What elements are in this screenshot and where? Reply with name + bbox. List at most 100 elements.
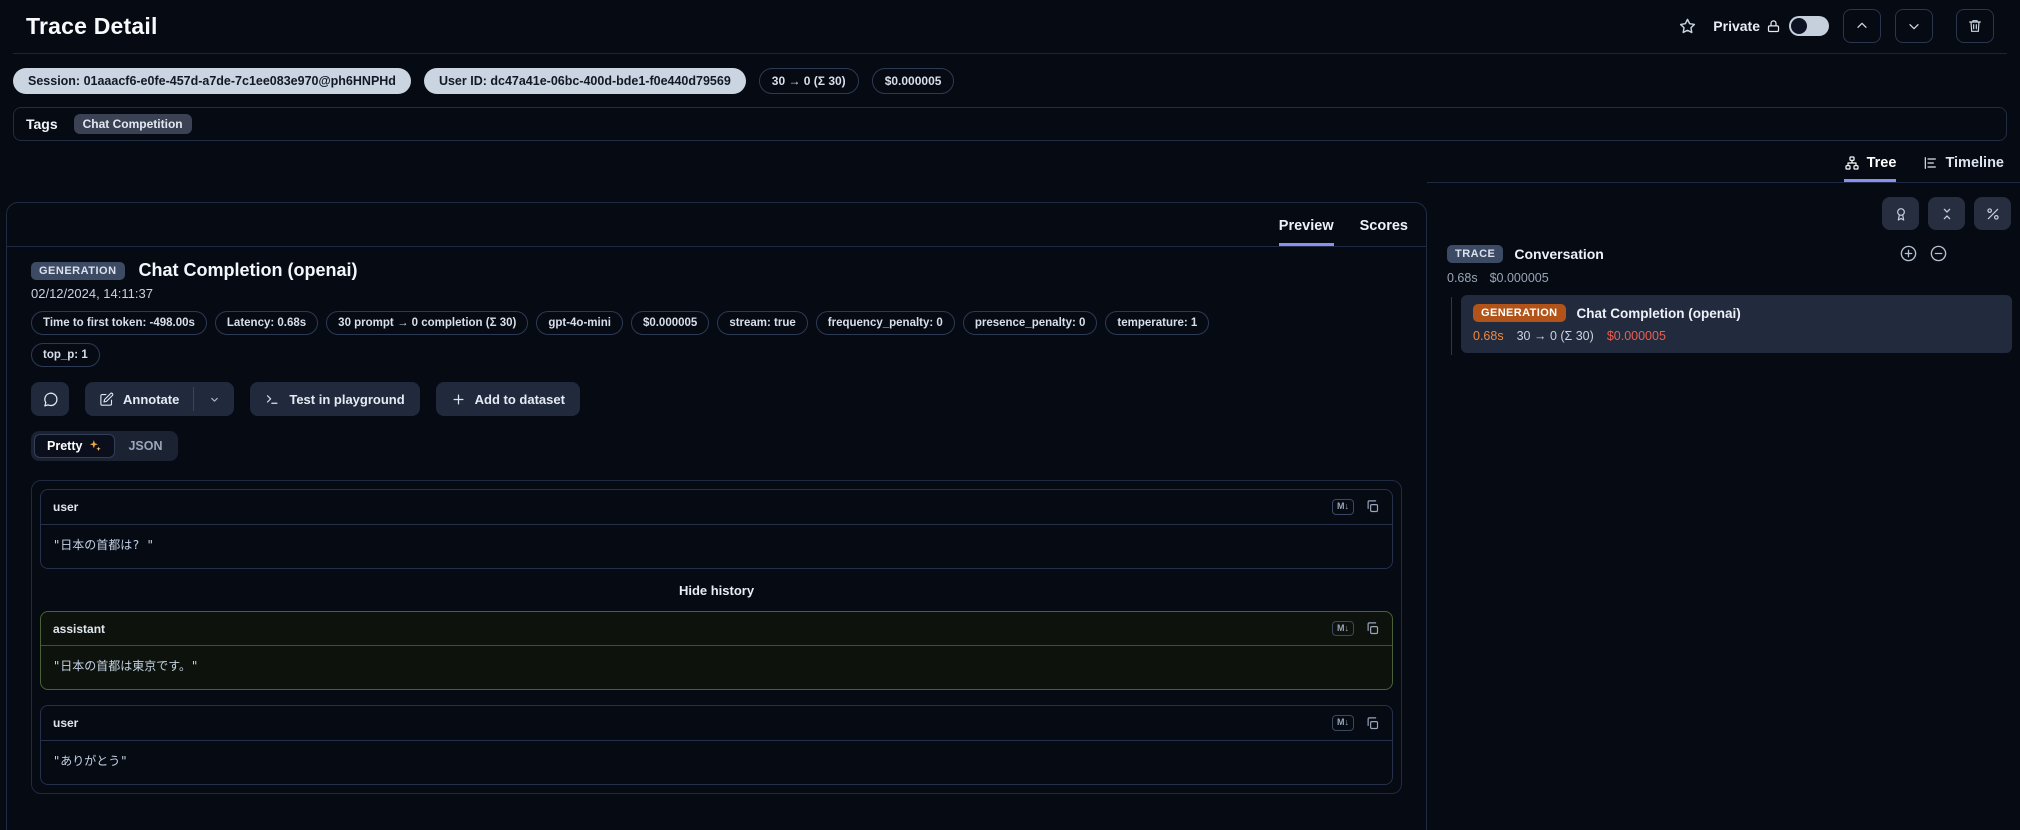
sparkles-icon: [88, 439, 102, 453]
observation-timestamp: 02/12/2024, 14:11:37: [31, 286, 153, 301]
trash-icon: [1967, 18, 1983, 34]
message-content: "ありがとう": [53, 754, 128, 769]
comment-icon: [42, 391, 59, 408]
session-badge[interactable]: Session: 01aaacf6-e0fe-457d-a7de-7c1ee08…: [13, 68, 411, 94]
message-role: user: [53, 716, 79, 731]
tags-bar: Tags Chat Competition: [13, 107, 2007, 141]
observation-actions: Annotate Test in playground Add to datas…: [31, 382, 1402, 416]
chevron-up-icon: [1854, 18, 1870, 34]
award-icon: [1893, 206, 1909, 222]
tab-tree-label: Tree: [1866, 155, 1897, 171]
markdown-toggle-icon[interactable]: M↓: [1332, 499, 1354, 515]
metric-pills-row2: top_p: 1: [31, 343, 1402, 367]
tab-scores[interactable]: Scores: [1360, 218, 1408, 246]
message-header: user M↓: [41, 706, 1392, 742]
message-header: assistant M↓: [41, 612, 1392, 647]
collapse-all-button[interactable]: [1928, 197, 1965, 230]
trace-type-badge: TRACE: [1447, 244, 1504, 263]
tab-tree[interactable]: Tree: [1843, 155, 1897, 182]
trace-name: Conversation: [1514, 245, 1604, 262]
node-title: Chat Completion (openai): [1576, 305, 1741, 321]
json-label: JSON: [128, 439, 163, 453]
message-user-1: user M↓ "日本の首都は? ": [40, 489, 1393, 569]
metric-pills-row1: Time to first token: -498.00s Latency: 0…: [31, 311, 1402, 335]
hide-history-button[interactable]: Hide history: [40, 583, 1393, 598]
left-column: Preview Scores GENERATION Chat Completio…: [0, 141, 1427, 830]
markdown-toggle-icon[interactable]: M↓: [1332, 620, 1354, 637]
show-percentages-button[interactable]: [1974, 197, 2011, 230]
message-header-icons: M↓: [1332, 715, 1380, 732]
metric-pill: top_p: 1: [31, 343, 100, 367]
comment-button[interactable]: [31, 382, 69, 416]
privacy-label: Private: [1713, 18, 1760, 34]
copy-icon: [1365, 499, 1380, 514]
format-json-segment[interactable]: JSON: [115, 434, 175, 458]
page-title: Trace Detail: [26, 12, 158, 39]
message-role: user: [53, 499, 79, 514]
user-id-badge[interactable]: User ID: dc47a41e-06bc-400d-bde1-f0e440d…: [423, 68, 746, 94]
scores-toggle-button[interactable]: [1882, 197, 1919, 230]
annotate-label: Annotate: [123, 391, 180, 407]
token-usage-badge: 30 → 0 (Σ 30): [758, 68, 859, 94]
trace-metrics: 0.68s $0.000005: [1427, 263, 2020, 285]
panel-body: GENERATION Chat Completion (openai) 02/1…: [7, 247, 1426, 795]
annotate-button[interactable]: Annotate: [85, 382, 193, 416]
plus-icon: [451, 392, 466, 407]
tab-timeline[interactable]: Timeline: [1922, 155, 2004, 182]
node-latency: 0.68s: [1473, 329, 1504, 343]
copy-button[interactable]: [1365, 499, 1380, 514]
observation-title: Chat Completion (openai): [138, 260, 358, 280]
message-content: "日本の首都は? ": [53, 537, 154, 552]
next-trace-button[interactable]: [1895, 9, 1933, 43]
observation-panel: Preview Scores GENERATION Chat Completio…: [6, 202, 1427, 830]
metric-pill: Time to first token: -498.00s: [31, 311, 207, 335]
metric-pill: presence_penalty: 0: [962, 311, 1098, 335]
tree-connector-line: [1451, 297, 1452, 355]
tree-node-wrap: GENERATION Chat Completion (openai) 0.68…: [1447, 295, 2012, 355]
expand-all-button[interactable]: [1899, 244, 1918, 263]
page-header: Trace Detail Private: [0, 0, 2020, 53]
terminal-icon: [265, 392, 280, 407]
add-to-dataset-button[interactable]: Add to dataset: [435, 382, 580, 416]
test-in-playground-button[interactable]: Test in playground: [250, 382, 420, 416]
minus-circle-icon: [1929, 244, 1948, 263]
percent-icon: [1985, 206, 2001, 222]
tab-preview[interactable]: Preview: [1278, 218, 1334, 246]
message-header: user M↓: [41, 490, 1392, 525]
message-header-icons: M↓: [1332, 620, 1380, 637]
lock-icon: [1766, 19, 1781, 34]
copy-button[interactable]: [1365, 621, 1380, 636]
annotate-split-button: Annotate: [85, 382, 235, 416]
node-metrics-row: 0.68s 30 → 0 (Σ 30) $0.000005: [1473, 329, 2000, 343]
tag-chip[interactable]: Chat Competition: [73, 114, 192, 134]
collapse-tree-button[interactable]: [1929, 244, 1948, 263]
generation-tree-node[interactable]: GENERATION Chat Completion (openai) 0.68…: [1461, 295, 2012, 353]
trace-root-row[interactable]: TRACE Conversation: [1427, 230, 2020, 263]
delete-trace-button[interactable]: [1956, 9, 1994, 43]
previous-trace-button[interactable]: [1843, 9, 1881, 43]
node-cost: $0.000005: [1606, 329, 1666, 343]
metric-pill: frequency_penalty: 0: [815, 311, 955, 335]
privacy-toggle[interactable]: [1789, 16, 1829, 36]
header-controls: Private: [1676, 9, 1994, 43]
fold-vertical-icon: [1939, 206, 1955, 222]
message-header-icons: M↓: [1332, 499, 1380, 515]
panel-tab-bar: Preview Scores: [7, 203, 1426, 247]
observation-type-badge: GENERATION: [31, 261, 125, 280]
add-to-dataset-label: Add to dataset: [474, 391, 565, 407]
metric-pill: Latency: 0.68s: [214, 311, 319, 335]
annotate-dropdown-button[interactable]: [194, 382, 234, 416]
bookmark-star-button[interactable]: [1676, 15, 1699, 38]
metric-pill: stream: true: [717, 311, 808, 335]
message-assistant: assistant M↓ "日本の首都は東京です。": [40, 610, 1393, 691]
markdown-toggle-icon[interactable]: M↓: [1332, 715, 1354, 732]
trace-meta-row: Session: 01aaacf6-e0fe-457d-a7de-7c1ee08…: [0, 54, 2020, 107]
copy-button[interactable]: [1365, 716, 1380, 731]
format-pretty-segment[interactable]: Pretty: [34, 434, 116, 458]
metric-pill: gpt-4o-mini: [536, 311, 623, 335]
plus-circle-icon: [1899, 244, 1918, 263]
tab-timeline-label: Timeline: [1945, 155, 2004, 171]
cost-badge: $0.000005: [871, 68, 955, 94]
message-role: assistant: [53, 621, 106, 636]
privacy-control: Private: [1713, 16, 1829, 36]
